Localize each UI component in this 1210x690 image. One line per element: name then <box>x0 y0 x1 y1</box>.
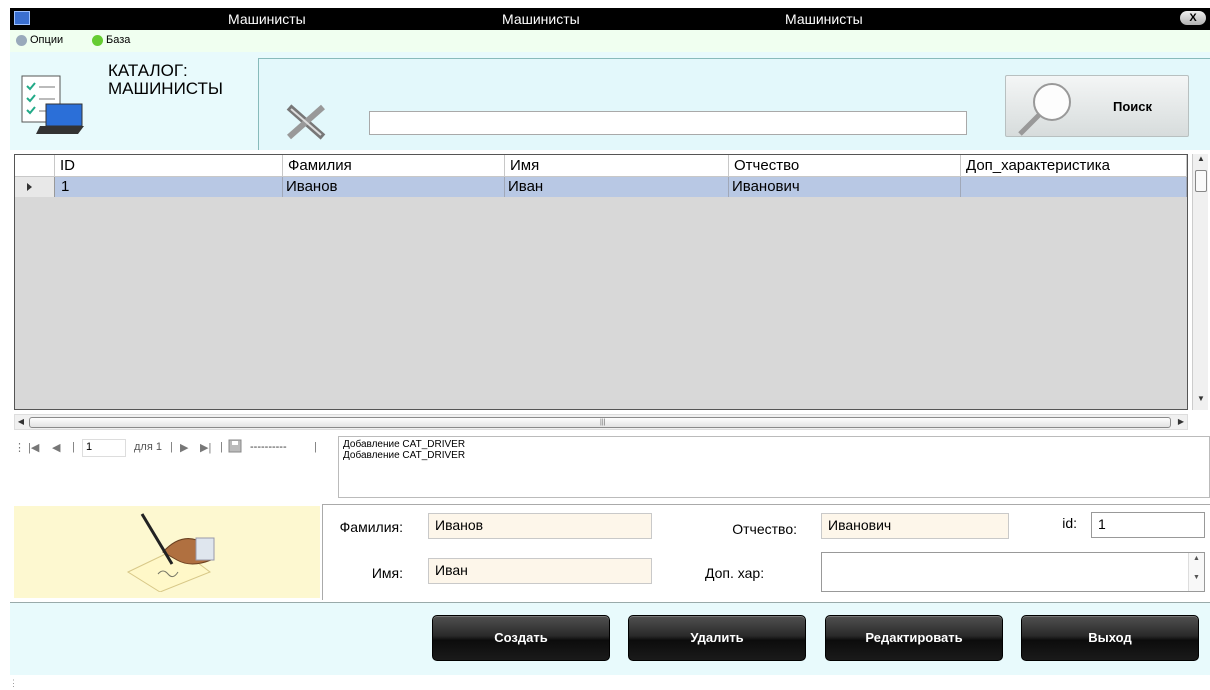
clear-tools-icon[interactable] <box>281 99 331 143</box>
cell-patronymic[interactable]: Иванович <box>729 177 961 197</box>
grid-vertical-scrollbar[interactable]: ▲ ▼ <box>1192 154 1208 410</box>
window-title: Машинисты <box>785 11 863 27</box>
cell-id[interactable]: 1 <box>55 177 283 197</box>
edit-form: Фамилия: Иванов Имя: Иван Отчество: Иван… <box>322 504 1210 600</box>
patronymic-label: Отчество: <box>732 521 797 537</box>
create-button[interactable]: Создать <box>432 615 610 661</box>
search-button-label: Поиск <box>1112 99 1152 114</box>
exit-button[interactable]: Выход <box>1021 615 1199 661</box>
id-label: id: <box>1062 515 1077 531</box>
column-header-first-name[interactable]: Имя <box>505 155 729 177</box>
row-pointer-icon <box>27 183 32 191</box>
column-header-extra[interactable]: Доп_характеристика <box>961 155 1187 177</box>
catalog-title: КАТАЛОГ: МАШИНИСТЫ <box>108 61 223 98</box>
close-icon: X <box>1189 12 1197 24</box>
corner-cell <box>15 155 55 177</box>
search-button[interactable]: Поиск <box>1005 75 1189 137</box>
cell-extra[interactable] <box>961 177 1187 197</box>
catalog-icon <box>20 74 86 136</box>
column-header-id[interactable]: ID <box>55 155 283 177</box>
last-name-field[interactable]: Иванов <box>428 513 652 539</box>
scroll-left-icon[interactable]: ◀ <box>15 415 27 429</box>
app-icon[interactable] <box>14 11 30 25</box>
options-icon <box>16 34 27 46</box>
menu-options[interactable]: Опции <box>16 34 63 46</box>
scroll-thumb[interactable]: ||| <box>29 417 1171 428</box>
cell-last-name[interactable]: Иванов <box>283 177 505 197</box>
cell-first-name[interactable]: Иван <box>505 177 729 197</box>
id-field[interactable]: 1 <box>1091 512 1205 538</box>
patronymic-field[interactable]: Иванович <box>821 513 1009 539</box>
menu-bar: Опции База <box>10 30 1210 52</box>
log-line: Добавление CAT_DRIVER <box>343 450 466 461</box>
edit-button[interactable]: Редактировать <box>825 615 1003 661</box>
title-bar: Машинисты Машинисты Машинисты X <box>10 8 1210 30</box>
grid-horizontal-scrollbar[interactable]: ◀ ||| ▶ <box>14 414 1188 430</box>
save-icon[interactable] <box>228 439 242 456</box>
search-input[interactable] <box>369 111 967 135</box>
next-record-icon[interactable]: ▶ <box>180 441 188 454</box>
header-panel: КАТАЛОГ: МАШИНИСТЫ Поиск <box>10 52 1210 150</box>
window-title: Машинисты <box>502 11 580 27</box>
navigator-status: ---------- <box>250 441 287 453</box>
record-position-input[interactable]: 1 <box>82 439 126 457</box>
extra-label: Доп. хар: <box>705 565 765 581</box>
window-title: Машинисты <box>228 11 306 27</box>
menu-database-label: База <box>106 34 131 46</box>
table-row[interactable]: 1 Иванов Иван Иванович <box>15 177 1187 197</box>
last-name-label: Фамилия: <box>339 519 403 535</box>
database-icon <box>92 34 103 46</box>
column-header-last-name[interactable]: Фамилия <box>283 155 505 177</box>
menu-database[interactable]: База <box>92 34 130 46</box>
last-record-icon[interactable]: ▶| <box>200 441 211 454</box>
first-name-label: Имя: <box>371 565 403 581</box>
binding-navigator: ⋮ |◀ ◀ | 1 для 1 | ▶ ▶| | ---------- | <box>14 438 324 460</box>
extra-field[interactable]: ▲ ▼ <box>821 552 1205 592</box>
action-bar: Создать Удалить Редактировать Выход <box>10 603 1210 675</box>
extra-field-scrollbar[interactable]: ▲ ▼ <box>1188 553 1204 591</box>
scroll-right-icon[interactable]: ▶ <box>1175 415 1187 429</box>
record-count-label: для 1 <box>134 441 162 453</box>
magnifier-icon <box>1018 83 1071 136</box>
scroll-down-icon[interactable]: ▼ <box>1189 574 1204 581</box>
column-header-patronymic[interactable]: Отчество <box>729 155 961 177</box>
first-name-field[interactable]: Иван <box>428 558 652 584</box>
scroll-up-icon[interactable]: ▲ <box>1193 154 1209 168</box>
menu-options-label: Опции <box>30 34 64 46</box>
log-output[interactable]: Добавление CAT_DRIVER Добавление CAT_DRI… <box>338 436 1210 498</box>
scroll-down-icon[interactable]: ▼ <box>1193 394 1209 408</box>
close-button[interactable]: X <box>1180 11 1206 25</box>
delete-button[interactable]: Удалить <box>628 615 806 661</box>
signature-panel <box>14 506 320 598</box>
grip-icon: ⋮ <box>14 442 25 454</box>
signing-hand-icon <box>126 513 215 592</box>
scroll-up-icon[interactable]: ▲ <box>1189 555 1204 562</box>
search-panel: Поиск <box>258 58 1210 150</box>
log-line: Добавление CAT_DRIVER <box>343 439 466 450</box>
grid-header: ID Фамилия Имя Отчество Доп_характеристи… <box>15 155 1187 177</box>
row-selector[interactable] <box>15 177 55 197</box>
status-grip: ⋮ <box>9 678 18 688</box>
data-grid[interactable]: ID Фамилия Имя Отчество Доп_характеристи… <box>14 154 1188 410</box>
scroll-thumb[interactable] <box>1195 170 1207 192</box>
first-record-icon[interactable]: |◀ <box>28 441 39 454</box>
previous-record-icon[interactable]: ◀ <box>52 441 60 454</box>
